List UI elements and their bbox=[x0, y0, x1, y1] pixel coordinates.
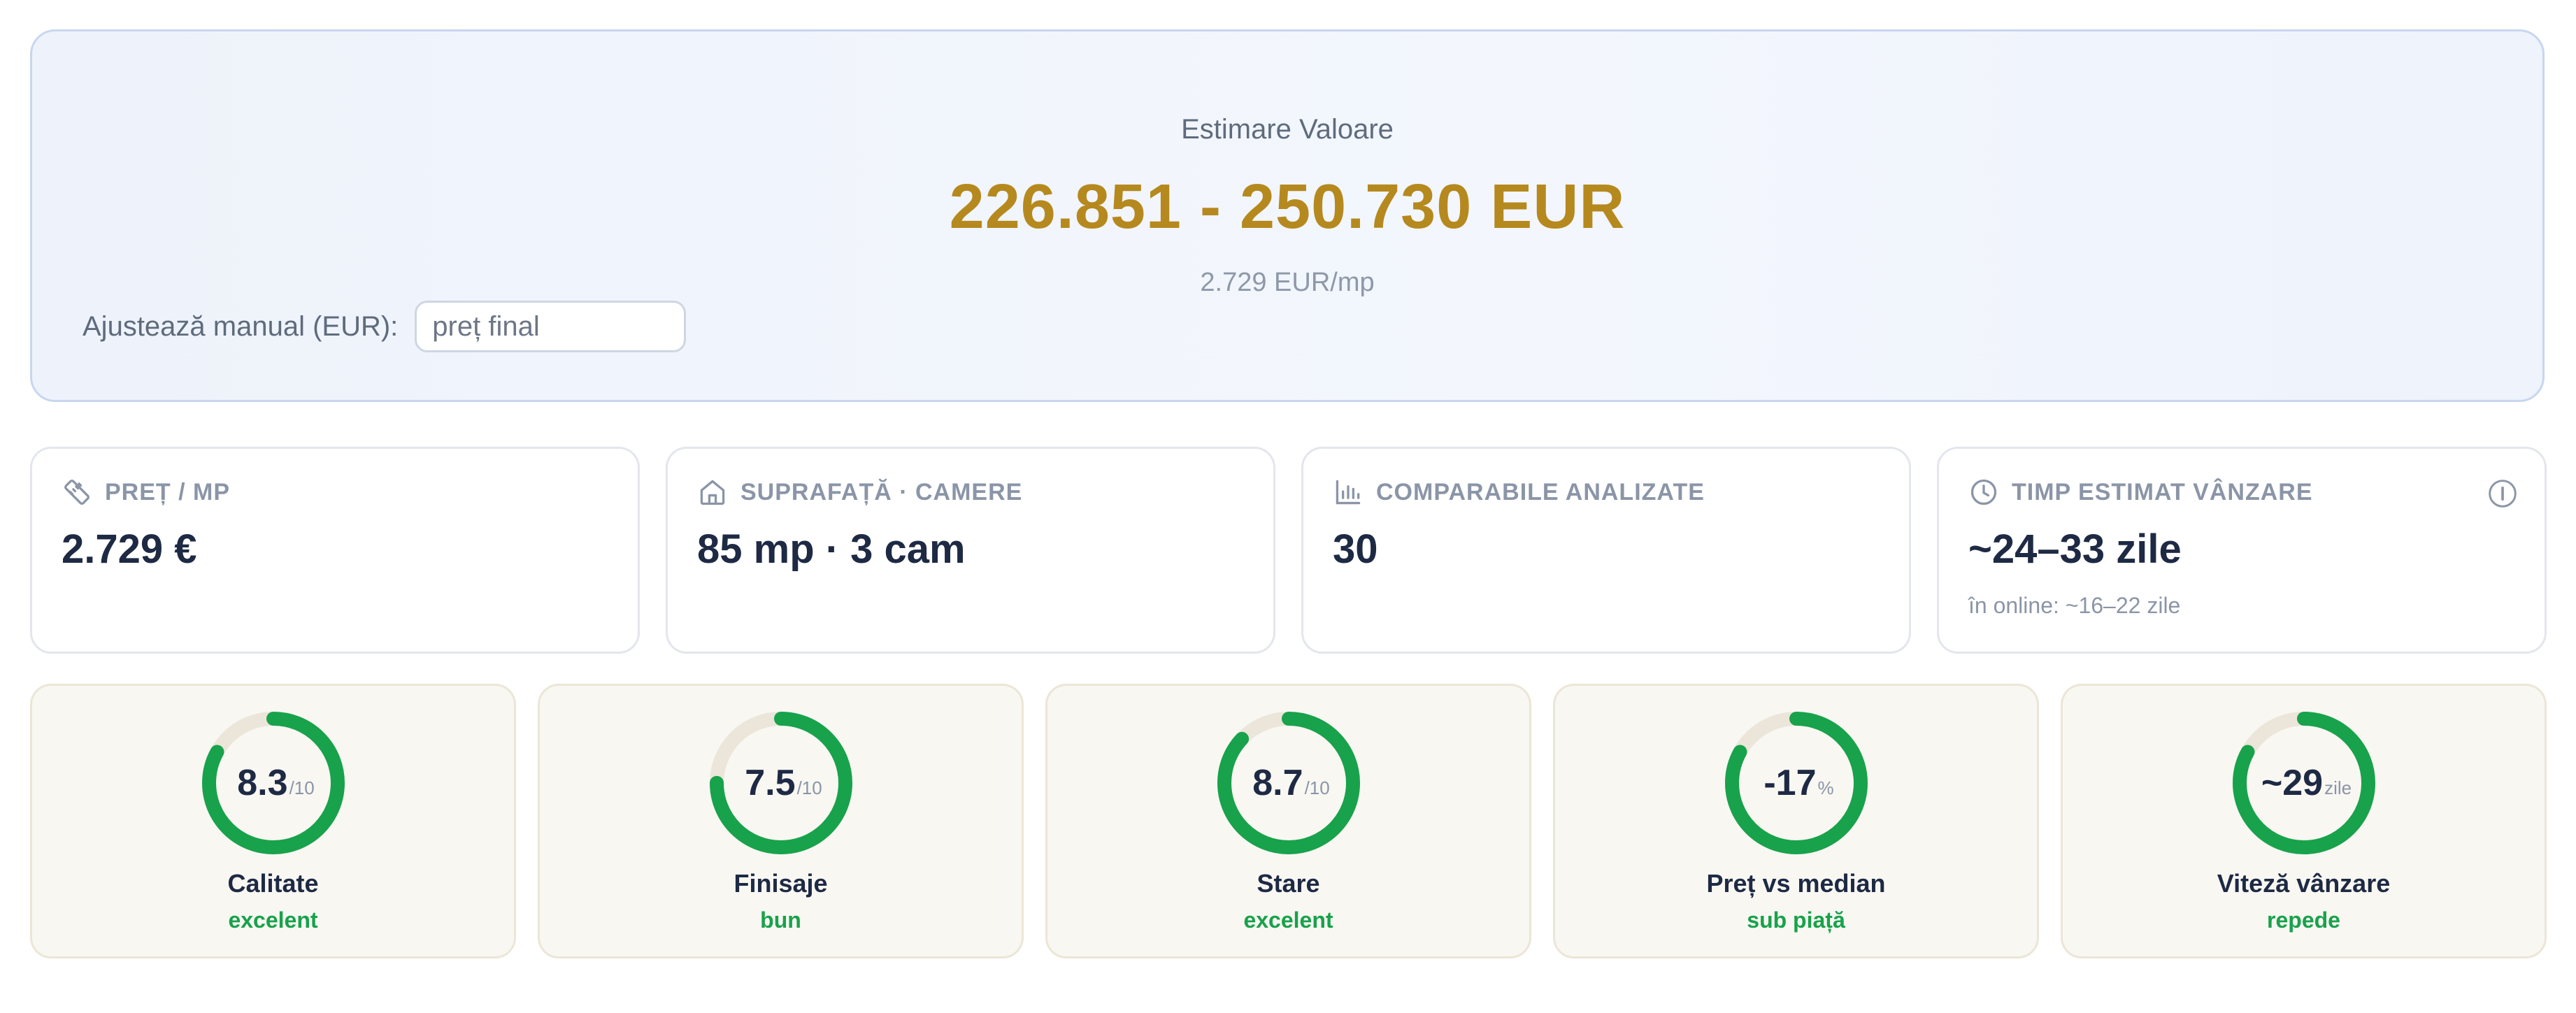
estimate-card: Estimare Valoare 226.851 - 250.730 EUR 2… bbox=[30, 29, 2545, 402]
stat-card-area-rooms: SUPRAFAȚĂ · CAMERE 85 mp · 3 cam bbox=[666, 447, 1275, 654]
stat-card-comparables: COMPARABILE ANALIZATE 30 bbox=[1301, 447, 1911, 654]
clock-icon bbox=[1970, 479, 1997, 505]
page: Estimare Valoare 226.851 - 250.730 EUR 2… bbox=[0, 0, 2576, 1013]
stat-header: TIMP ESTIMAT VÂNZARE bbox=[1968, 477, 2313, 508]
score-verdict: repede bbox=[2267, 907, 2340, 933]
stat-note: în online: ~16–22 zile bbox=[1968, 593, 2181, 618]
manual-adjust-row: Ajustează manual (EUR): bbox=[83, 301, 687, 352]
score-verdict: excelent bbox=[1243, 907, 1333, 933]
stat-value: 2.729 € bbox=[62, 526, 197, 572]
gauge-value: 8.7 bbox=[1252, 763, 1303, 803]
gauge-value: 8.3 bbox=[237, 763, 288, 803]
stat-value: ~24–33 zile bbox=[1968, 526, 2182, 572]
stat-label: PREȚ / MP bbox=[105, 478, 231, 505]
score-label: Preț vs median bbox=[1706, 869, 1886, 898]
stat-value: 85 mp · 3 cam bbox=[697, 526, 966, 572]
stat-header: PREȚ / MP bbox=[62, 477, 230, 508]
stat-value: 30 bbox=[1333, 526, 1378, 572]
score-label: Finisaje bbox=[734, 869, 828, 898]
score-card-sale-speed: ~29 zile Viteză vânzare repede bbox=[2061, 684, 2547, 958]
gauge-value: ~29 bbox=[2261, 763, 2324, 803]
score-label: Viteză vânzare bbox=[2217, 869, 2391, 898]
score-card-condition: 8.7 /10 Stare excelent bbox=[1045, 684, 1531, 958]
gauge-value: -17 bbox=[1763, 763, 1817, 803]
score-card-price-vs-median: -17 % Preț vs median sub piață bbox=[1553, 684, 2039, 958]
estimate-title: Estimare Valoare bbox=[1181, 114, 1394, 145]
score-card-finishes: 7.5 /10 Finisaje bun bbox=[538, 684, 1024, 958]
stat-card-price-per-sqm: PREȚ / MP 2.729 € bbox=[30, 447, 640, 654]
estimate-range: 226.851 - 250.730 EUR bbox=[949, 172, 1626, 242]
gauge-unit: /10 bbox=[289, 777, 315, 798]
bar-chart-icon bbox=[1336, 480, 1361, 505]
ruler-icon bbox=[64, 479, 90, 505]
manual-price-input[interactable] bbox=[415, 301, 687, 352]
estimate-per-sqm: 2.729 EUR/mp bbox=[1200, 268, 1375, 297]
score-gauge: ~29 zile bbox=[2231, 710, 2377, 856]
stat-card-sale-time: TIMP ESTIMAT VÂNZARE ~24–33 zile în onli… bbox=[1937, 447, 2547, 654]
manual-adjust-label: Ajustează manual (EUR): bbox=[83, 310, 399, 342]
score-verdict: sub piață bbox=[1747, 907, 1845, 933]
gauge-value: 7.5 bbox=[745, 763, 796, 803]
stat-label: COMPARABILE ANALIZATE bbox=[1376, 478, 1705, 505]
home-icon bbox=[700, 480, 725, 505]
score-gauge: -17 % bbox=[1724, 710, 1869, 856]
gauge-unit: /10 bbox=[796, 777, 822, 798]
score-label: Stare bbox=[1257, 869, 1320, 898]
gauge-unit: /10 bbox=[1304, 777, 1330, 798]
stat-label: TIMP ESTIMAT VÂNZARE bbox=[2012, 478, 2313, 505]
score-gauge: 7.5 /10 bbox=[708, 710, 854, 856]
score-gauge: 8.7 /10 bbox=[1216, 710, 1361, 856]
score-card-quality: 8.3 /10 Calitate excelent bbox=[30, 684, 516, 958]
score-gauge: 8.3 /10 bbox=[201, 710, 346, 856]
stat-header: COMPARABILE ANALIZATE bbox=[1333, 477, 1705, 508]
stat-label: SUPRAFAȚĂ · CAMERE bbox=[740, 478, 1023, 505]
gauge-unit: zile bbox=[2324, 777, 2352, 798]
gauge-unit: % bbox=[1817, 777, 1834, 798]
info-icon[interactable] bbox=[2487, 478, 2518, 509]
score-verdict: bun bbox=[760, 907, 801, 933]
score-label: Calitate bbox=[227, 869, 319, 898]
score-verdict: excelent bbox=[228, 907, 318, 933]
stat-header: SUPRAFAȚĂ · CAMERE bbox=[697, 477, 1022, 508]
